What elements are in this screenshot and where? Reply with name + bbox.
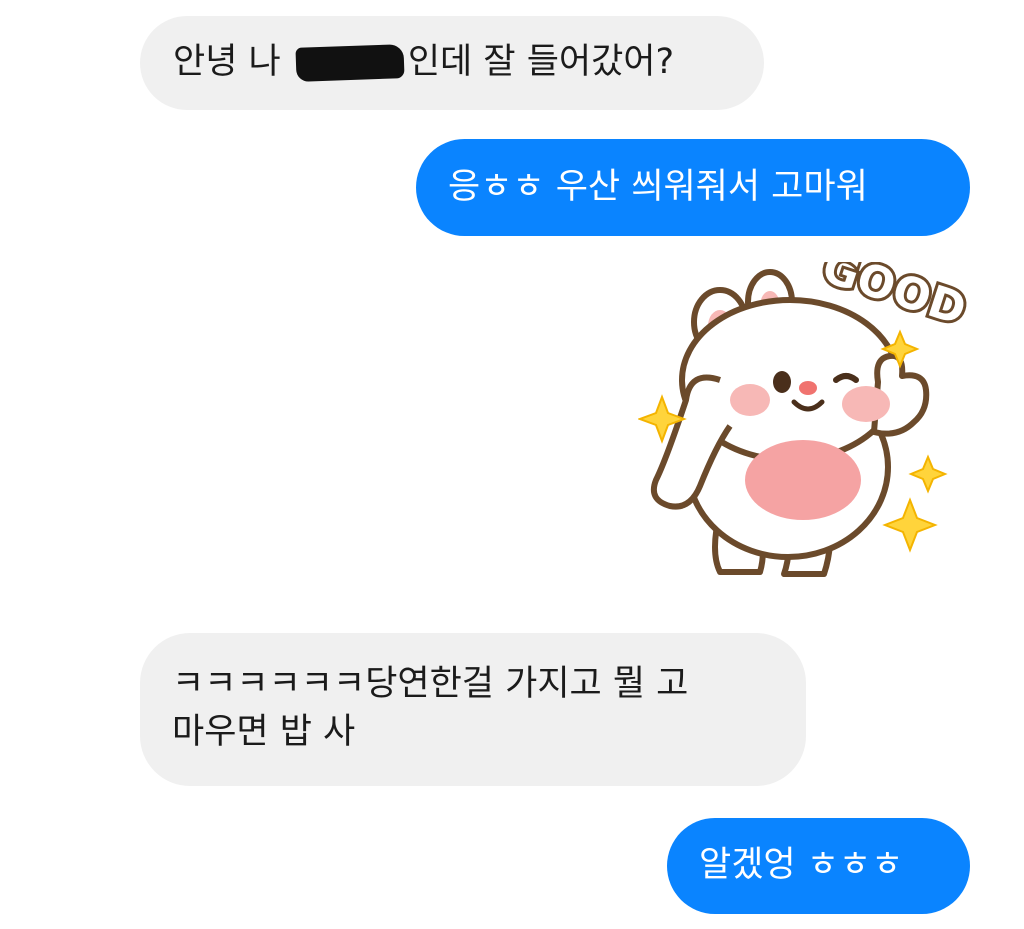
incoming-message[interactable]: ㅋㅋㅋㅋㅋㅋ당연한걸 가지고 뭘 고 마우면 밥 사 — [140, 633, 806, 786]
incoming-message[interactable]: 안녕 나 인데 잘 들어갔어? — [140, 16, 764, 110]
outgoing-message[interactable]: 응ㅎㅎ 우산 씌워줘서 고마워 — [416, 139, 970, 236]
outgoing-message[interactable]: 알겠엉 ㅎㅎㅎ — [667, 818, 970, 914]
message-text-start: 안녕 나 — [173, 42, 292, 82]
redacted-name-scribble — [295, 44, 405, 82]
bunny-good-sticker[interactable]: GOOD — [637, 239, 978, 592]
message-text: 응ㅎㅎ 우산 씌워줘서 고마워 — [448, 167, 868, 207]
message-text-line: 마우면 밥 사 — [172, 712, 356, 752]
bunny-good-sticker-icon: GOOD — [637, 239, 975, 577]
message-text-end: 인데 잘 들어갔어? — [407, 42, 675, 82]
message-text-line: ㅋㅋㅋㅋㅋㅋ당연한걸 가지고 뭘 고 — [172, 664, 689, 704]
message-text: 알겠엉 ㅎㅎㅎ — [699, 845, 904, 885]
